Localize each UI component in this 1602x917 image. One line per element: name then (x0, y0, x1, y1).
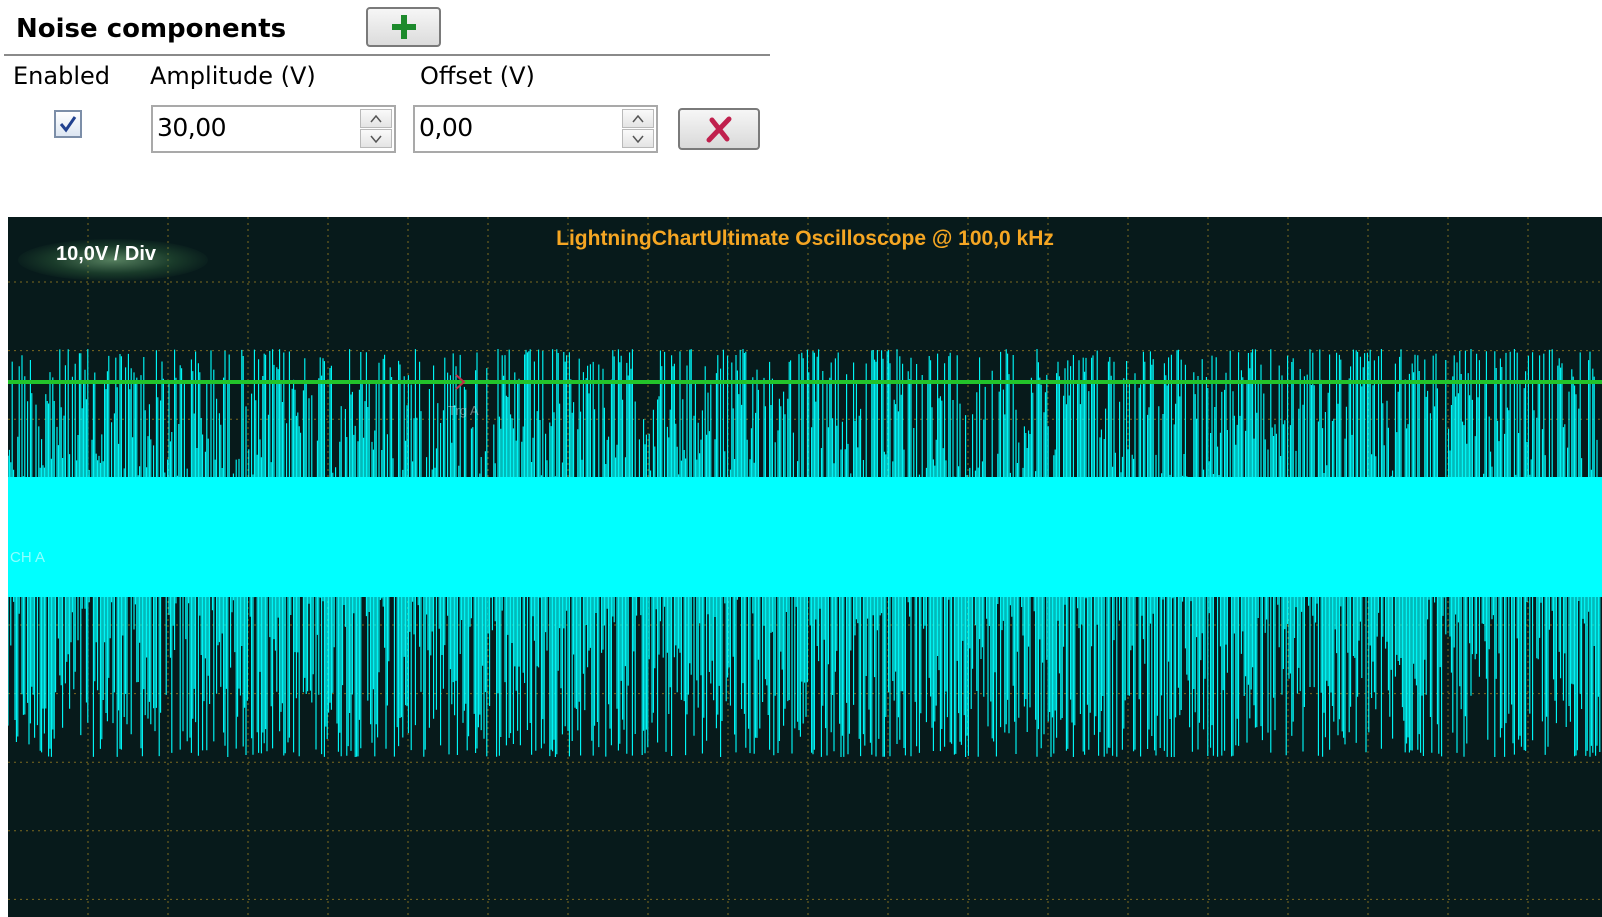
section-divider (4, 54, 770, 56)
offset-decrement-button[interactable] (622, 129, 654, 148)
ch-a-trace (8, 349, 1602, 757)
enabled-checkbox[interactable] (54, 110, 82, 138)
oscilloscope-chart[interactable]: 10,0V / Div LightningChartUltimate Oscil… (8, 217, 1602, 917)
amplitude-decrement-button[interactable] (360, 129, 392, 148)
arrow-up-icon (632, 114, 644, 122)
offset-increment-button[interactable] (622, 109, 654, 128)
offset-spin-buttons (622, 109, 654, 149)
enabled-column-header: Enabled (13, 62, 110, 90)
chart-plot-area (8, 217, 1602, 917)
checkmark-icon (59, 116, 77, 133)
noise-components-panel: Noise components Enabled Amplitude (V) O… (0, 0, 770, 200)
amplitude-spinbox[interactable]: 30,00 (151, 105, 396, 153)
amplitude-column-header: Amplitude (V) (150, 62, 316, 90)
amplitude-spin-buttons (360, 109, 392, 149)
amplitude-value[interactable]: 30,00 (157, 113, 227, 142)
channel-label: CH A (10, 549, 46, 566)
add-noise-component-button[interactable] (366, 7, 441, 47)
arrow-down-icon (370, 135, 382, 143)
plus-icon (391, 15, 416, 39)
arrow-down-icon (632, 135, 644, 143)
amplitude-increment-button[interactable] (360, 109, 392, 128)
chart-title: LightningChartUltimate Oscilloscope @ 10… (556, 227, 1054, 250)
section-title: Noise components (16, 14, 287, 44)
offset-value[interactable]: 0,00 (419, 113, 473, 142)
trigger-label: Trg A (448, 403, 479, 418)
offset-column-header: Offset (V) (420, 62, 535, 90)
arrow-up-icon (370, 114, 382, 122)
x-icon (706, 116, 732, 143)
delete-noise-component-button[interactable] (678, 108, 760, 150)
offset-spinbox[interactable]: 0,00 (413, 105, 658, 153)
